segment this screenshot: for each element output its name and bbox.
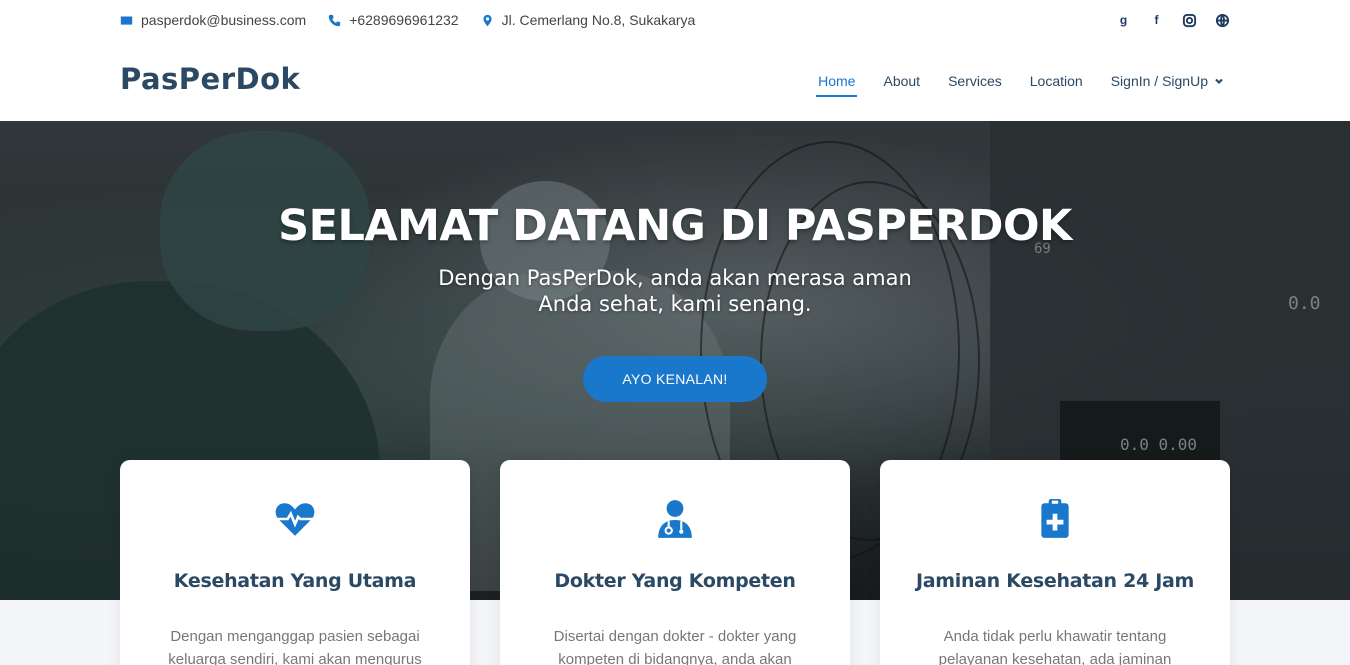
- card-text: Anda tidak perlu khawatir tentang pelaya…: [938, 628, 1172, 665]
- globe-icon[interactable]: [1215, 13, 1230, 28]
- nav-location-label: Location: [1029, 72, 1083, 89]
- nav-home[interactable]: Home: [816, 67, 858, 97]
- nav-services[interactable]: Services: [946, 67, 1004, 95]
- address-item[interactable]: Jl. Cemerlang No.8, Sukakarya: [481, 12, 696, 28]
- nav-location[interactable]: Location: [1028, 67, 1085, 95]
- nav-about-label: About: [883, 72, 921, 89]
- instagram-icon[interactable]: [1182, 13, 1197, 28]
- phone-text: +6289696961232: [349, 12, 459, 28]
- doctor-icon-wrap: [500, 498, 850, 542]
- medical-clipboard-icon: [1041, 499, 1069, 538]
- google-icon[interactable]: g: [1116, 13, 1131, 28]
- nav-about[interactable]: About: [881, 67, 922, 95]
- map-pin-icon: [483, 14, 492, 26]
- contact-info: pasperdok@business.com +6289696961232 Jl…: [120, 0, 695, 40]
- top-bar: pasperdok@business.com +6289696961232 Jl…: [0, 0, 1350, 40]
- feature-card: Kesehatan Yang Utama Dengan menganggap p…: [120, 460, 470, 665]
- nav-home-label: Home: [818, 72, 856, 89]
- phone-item[interactable]: +6289696961232: [328, 12, 459, 28]
- hero-title: SELAMAT DATANG DI PASPERDOK: [278, 201, 1072, 251]
- heart-pulse-icon: [275, 503, 315, 536]
- facebook-icon[interactable]: f: [1149, 13, 1164, 28]
- ayo-kenalan-button[interactable]: AYO KENALAN!: [583, 356, 767, 402]
- card-title: Dokter Yang Kompeten: [554, 570, 796, 592]
- hero-subtitle-line2: Anda sehat, kami senang.: [538, 292, 812, 316]
- envelope-icon: [120, 15, 133, 25]
- medical-clipboard-icon-wrap: [880, 498, 1230, 542]
- site-logo[interactable]: PasPerDok: [120, 62, 300, 96]
- nav-signin-dropdown[interactable]: SignIn / SignUp: [1109, 67, 1226, 95]
- nav-signin-label: SignIn / SignUp: [1110, 72, 1208, 89]
- hero-subtitle: Dengan PasPerDok, anda akan merasa aman …: [0, 265, 1350, 317]
- card-text: Disertai dengan dokter - dokter yang kom…: [553, 628, 797, 665]
- card-text: Dengan menganggap pasien sebagai keluarg…: [168, 628, 422, 665]
- feature-card: Dokter Yang Kompeten Disertai dengan dok…: [500, 460, 850, 665]
- phone-icon: [329, 14, 341, 26]
- heart-pulse-icon-wrap: [120, 498, 470, 542]
- email-item[interactable]: pasperdok@business.com: [120, 12, 306, 28]
- site-header: PasPerDok Home About Services Location S…: [0, 40, 1350, 121]
- chevron-down-icon: [1215, 78, 1223, 84]
- nav-services-label: Services: [948, 72, 1002, 89]
- social-links: g f: [1116, 0, 1230, 40]
- card-title: Jaminan Kesehatan 24 Jam: [915, 570, 1195, 592]
- hero-subtitle-line1: Dengan PasPerDok, anda akan merasa aman: [438, 266, 912, 290]
- card-title: Kesehatan Yang Utama: [173, 570, 417, 592]
- email-text: pasperdok@business.com: [141, 12, 307, 28]
- main-nav: Home About Services Location SignIn / Si…: [816, 40, 1226, 121]
- address-text: Jl. Cemerlang No.8, Sukakarya: [501, 12, 696, 28]
- doctor-icon: [658, 500, 692, 538]
- feature-card: Jaminan Kesehatan 24 Jam Anda tidak perl…: [880, 460, 1230, 665]
